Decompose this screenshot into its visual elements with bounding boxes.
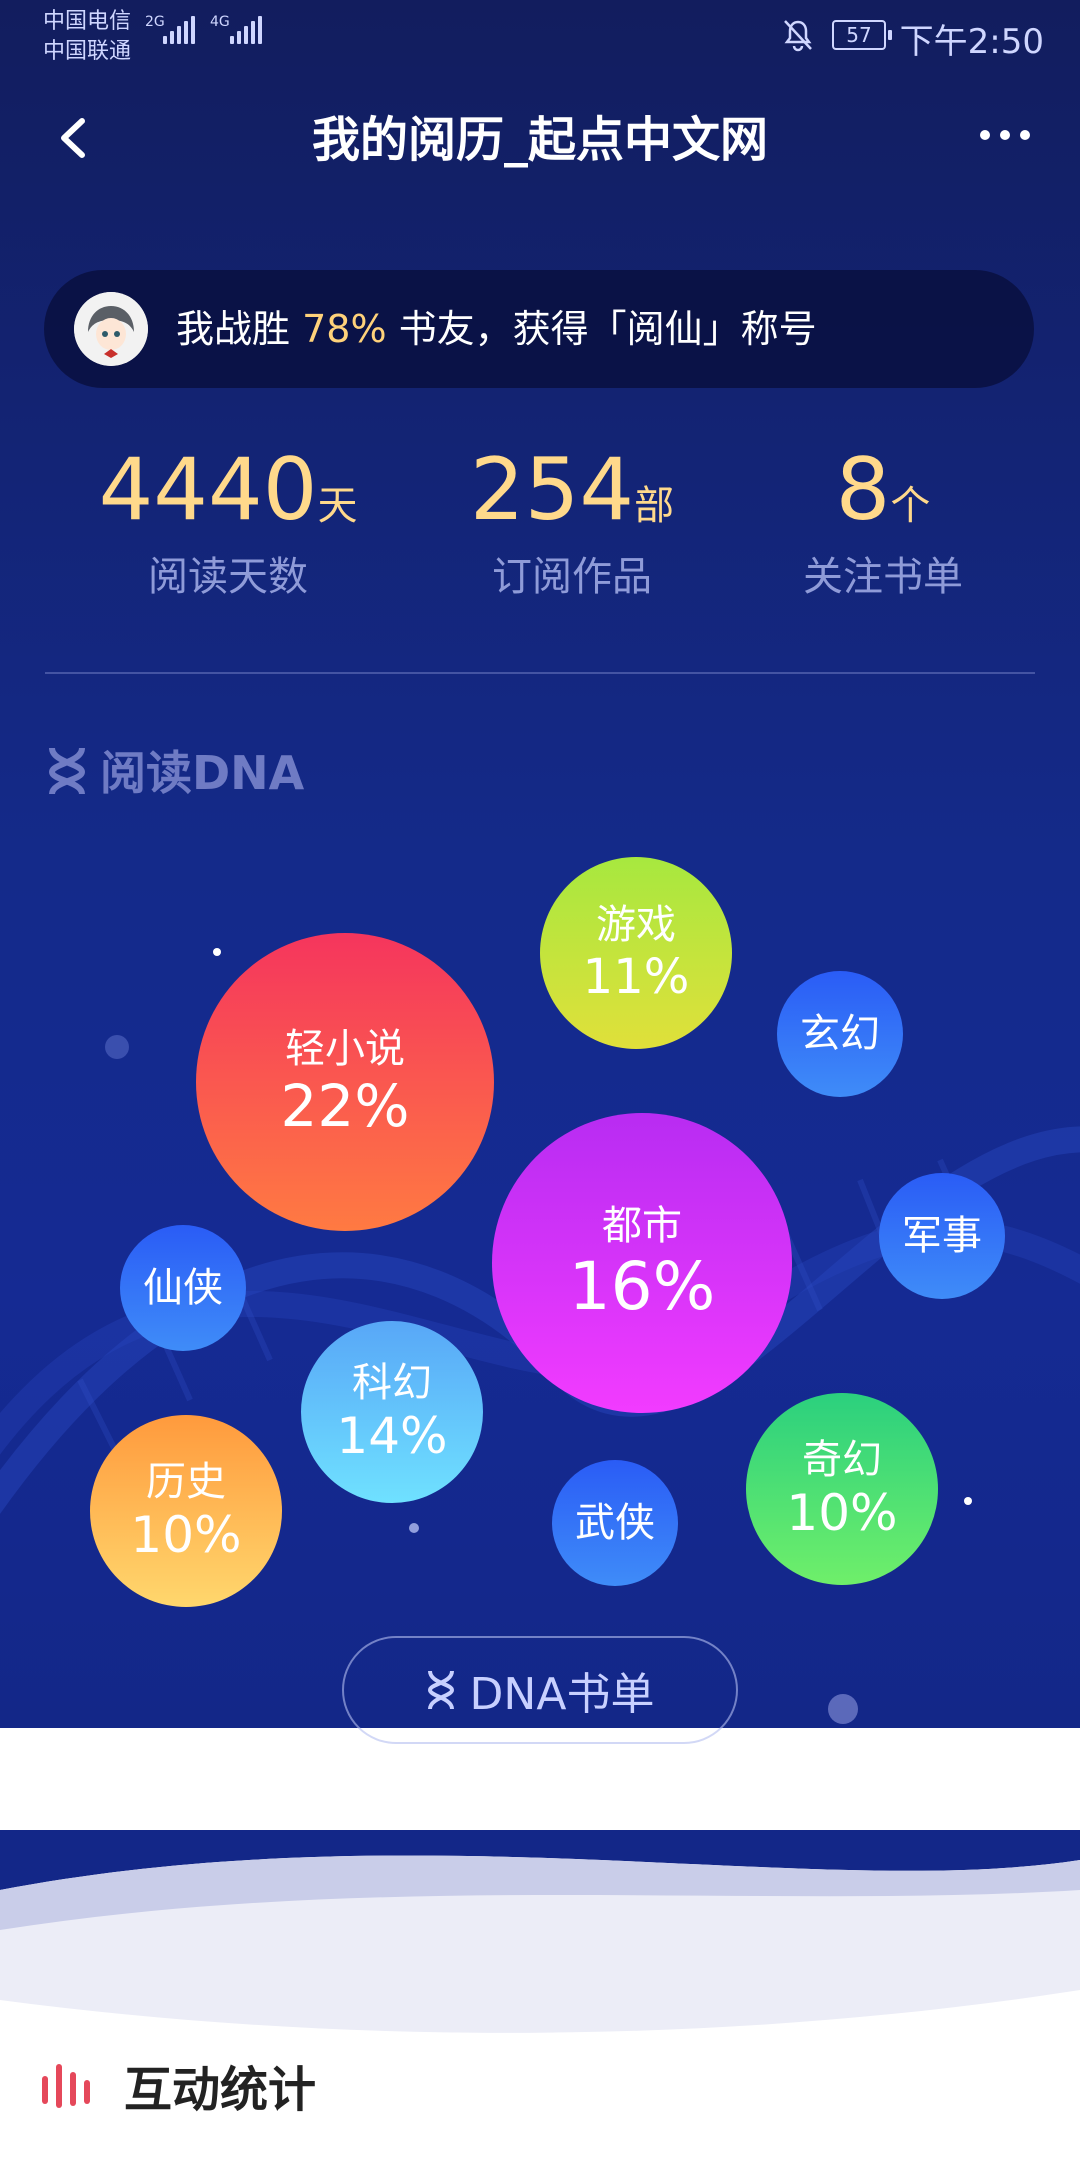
genre-name: 武侠 <box>575 1500 655 1546</box>
genre-percent: 10% <box>130 1506 242 1564</box>
genre-percent: 11% <box>582 949 690 1005</box>
nav-bar: 我的阅历_起点中文网 <box>0 95 1080 185</box>
network-type-2: 4G <box>210 14 230 30</box>
achievement-suffix: 书友，获得「阅仙」称号 <box>398 307 817 351</box>
stat-value: 254 <box>469 440 635 540</box>
carrier-2: 中国联通 <box>43 39 132 64</box>
stat-unit: 部 <box>634 483 675 529</box>
genre-bubble-fantasy[interactable]: 玄幻 <box>777 971 903 1097</box>
stat-label: 阅读天数 <box>148 554 308 600</box>
achievement-prefix: 我战胜 <box>176 307 291 351</box>
genre-bubble-xianxia[interactable]: 仙侠 <box>120 1225 246 1351</box>
sparkle-dot <box>409 1523 419 1533</box>
stat-unit: 个 <box>890 483 931 529</box>
signal-icon-2 <box>230 16 262 44</box>
genre-name: 轻小说 <box>285 1026 405 1072</box>
stat-value: 8 <box>835 440 891 540</box>
genre-bubble-light-novel[interactable]: 轻小说 22% <box>196 933 494 1231</box>
sparkle-dot <box>213 948 221 956</box>
genre-bubble-game[interactable]: 游戏 11% <box>540 857 732 1049</box>
stat-value: 4440 <box>98 440 318 540</box>
genre-bubble-history[interactable]: 历史 10% <box>90 1415 282 1607</box>
stat-label: 关注书单 <box>803 554 963 600</box>
divider <box>45 672 1035 674</box>
dna-icon <box>427 1670 454 1710</box>
dna-heading-text: 阅读DNA <box>100 746 305 800</box>
more-options-icon[interactable] <box>975 115 1035 155</box>
stat-followed-lists: 8个 关注书单 <box>703 440 1063 602</box>
genre-name: 科幻 <box>352 1360 432 1406</box>
genre-name: 奇幻 <box>802 1437 882 1483</box>
interaction-stats-title: 互动统计 <box>124 2062 317 2118</box>
genre-bubble-wuxia[interactable]: 武侠 <box>552 1460 678 1586</box>
genre-bubble-urban[interactable]: 都市 16% <box>492 1113 792 1413</box>
sparkle-dot <box>828 1694 858 1724</box>
achievement-percent: 78% <box>302 307 387 351</box>
carrier-1: 中国电信 <box>43 9 132 34</box>
achievement-text: 我战胜 78% 书友，获得「阅仙」称号 <box>176 270 817 388</box>
clock: 下午2:50 <box>899 22 1044 62</box>
dna-heading: 阅读DNA <box>46 735 304 805</box>
genre-percent: 10% <box>786 1484 898 1542</box>
dna-booklist-label: DNA书单 <box>469 1669 655 1720</box>
signal-icon-1 <box>163 16 195 44</box>
dna-icon <box>48 747 86 795</box>
stat-label: 订阅作品 <box>492 554 652 600</box>
genre-name: 玄幻 <box>800 1011 880 1057</box>
genre-bubble-scifi[interactable]: 科幻 14% <box>301 1321 483 1503</box>
genre-percent: 14% <box>336 1407 448 1465</box>
dna-booklist-button[interactable]: DNA书单 <box>342 1636 738 1744</box>
stats-row: 4440天 阅读天数 254部 订阅作品 8个 关注书单 <box>0 440 1080 610</box>
genre-percent: 22% <box>280 1072 410 1140</box>
sparkle-dot <box>964 1497 972 1505</box>
genre-percent: 16% <box>568 1248 716 1325</box>
stat-subscribed-works: 254部 订阅作品 <box>392 440 752 602</box>
status-bar: 中国电信 中国联通 2G 4G 57 下午2:50 <box>0 0 1080 70</box>
reading-history-screen: 中国电信 中国联通 2G 4G 57 下午2:50 我的阅历_起点中文网 我战胜… <box>0 0 1080 2160</box>
achievement-banner: 我战胜 78% 书友，获得「阅仙」称号 <box>44 270 1034 388</box>
genre-name: 仙侠 <box>143 1265 223 1311</box>
battery-icon: 57 <box>832 20 892 50</box>
sparkle-dot <box>105 1035 129 1059</box>
interaction-stats-heading: 互动统计 <box>40 2050 316 2120</box>
network-type-1: 2G <box>145 14 165 30</box>
bar-chart-icon <box>42 2064 90 2108</box>
genre-name: 历史 <box>146 1459 226 1505</box>
genre-bubble-military[interactable]: 军事 <box>879 1173 1005 1299</box>
genre-name: 都市 <box>602 1203 682 1249</box>
genre-bubble-magic[interactable]: 奇幻 10% <box>746 1393 938 1585</box>
genre-name: 游戏 <box>596 902 676 948</box>
genre-name: 军事 <box>902 1213 982 1259</box>
stat-unit: 天 <box>317 483 358 529</box>
avatar[interactable] <box>74 292 148 366</box>
page-title: 我的阅历_起点中文网 <box>311 112 768 168</box>
stat-reading-days: 4440天 阅读天数 <box>48 440 408 602</box>
mute-bell-icon <box>784 20 812 52</box>
